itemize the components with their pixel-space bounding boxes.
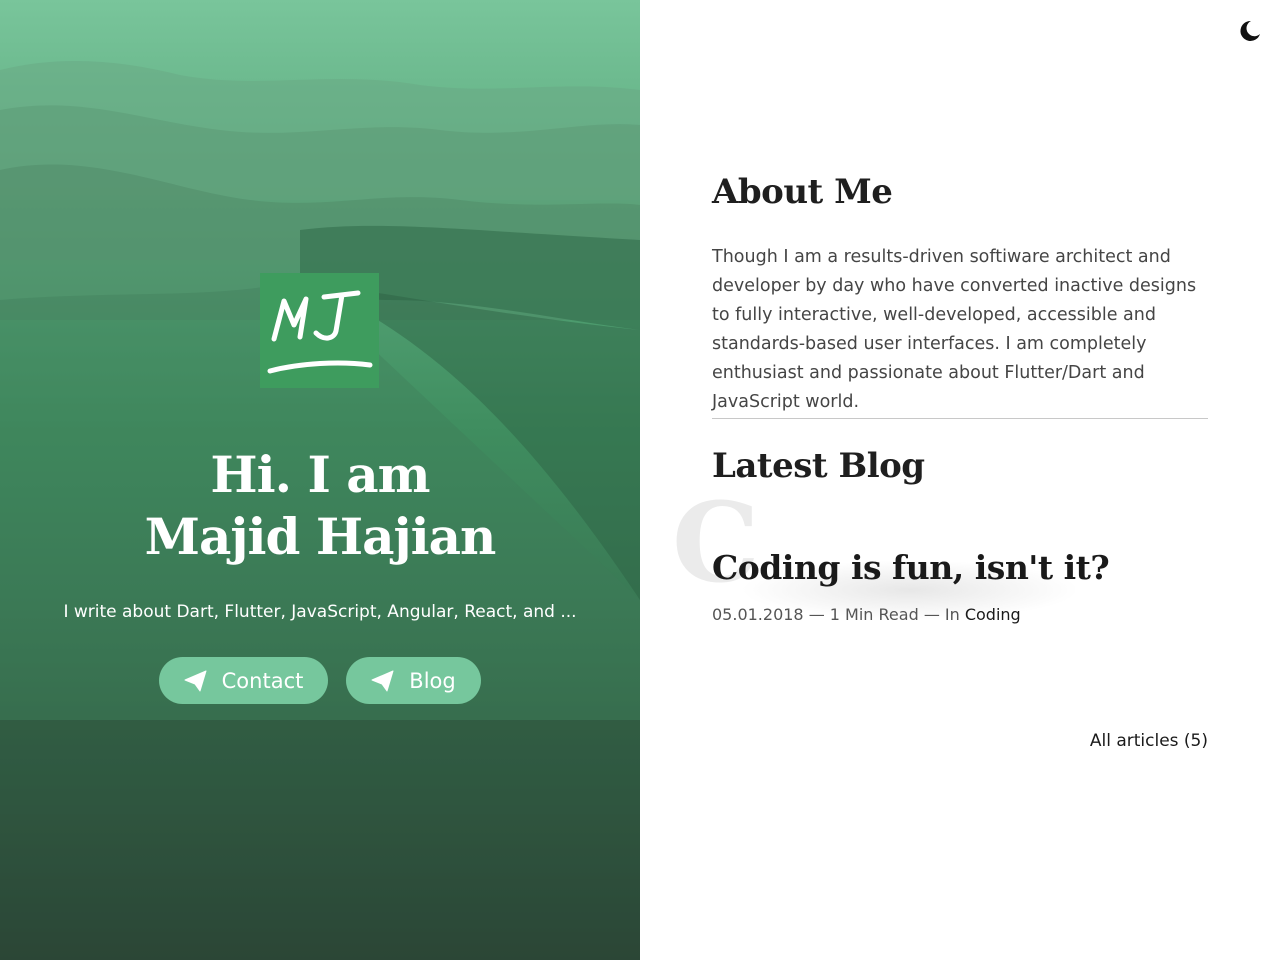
logo-monogram	[267, 290, 373, 374]
contact-button[interactable]: Contact	[159, 657, 328, 704]
section-divider	[712, 418, 1208, 419]
all-articles-link[interactable]: All articles (5)	[1040, 729, 1208, 753]
about-heading: About Me	[712, 172, 893, 212]
hero-name: Majid Hajian	[144, 507, 497, 566]
blog-button-label: Blog	[409, 668, 456, 693]
hero-subtitle: I write about Dart, Flutter, JavaScript,…	[63, 602, 577, 622]
moon-icon	[1240, 20, 1260, 41]
post-category-link[interactable]: Coding	[965, 605, 1021, 624]
post-meta-details: 05.01.2018 — 1 Min Read — In	[712, 605, 965, 624]
site-logo[interactable]	[260, 273, 379, 388]
post-meta: 05.01.2018 — 1 Min Read — In Coding	[712, 603, 1021, 627]
hero-greeting: Hi. I am	[210, 445, 430, 504]
blog-button[interactable]: Blog	[346, 657, 481, 704]
about-text: Though I am a results-driven softiware a…	[712, 247, 1197, 412]
hero-panel: Hi. I am Majid Hajian I write about Dart…	[0, 0, 640, 960]
post-title-link[interactable]: Coding is fun, isn't it?	[712, 546, 1110, 590]
contact-button-label: Contact	[221, 668, 304, 693]
theme-toggle-button[interactable]	[1237, 18, 1263, 44]
paper-plane-icon	[184, 670, 208, 692]
paper-plane-icon	[371, 670, 395, 692]
